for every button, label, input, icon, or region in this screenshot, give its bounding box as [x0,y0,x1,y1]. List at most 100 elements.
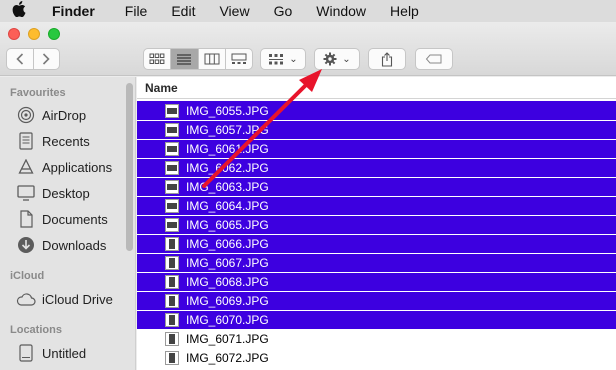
sidebar-scrollbar[interactable] [126,83,133,251]
image-file-icon [165,313,179,327]
sidebar-item-applications[interactable]: Applications [16,157,112,177]
list-view-button[interactable] [170,49,198,69]
image-file-icon [165,161,179,175]
name-column-header[interactable]: Name [137,77,616,99]
close-window-button[interactable] [8,28,20,40]
tags-button[interactable] [415,48,453,70]
file-row[interactable]: IMG_6064.JPG [137,196,616,215]
gear-icon [323,52,337,66]
sidebar-item-label: Recents [42,133,90,149]
applications-icon [16,158,36,176]
sidebar-item-label: Untitled [42,345,87,361]
file-row[interactable]: IMG_6069.JPG [137,291,616,310]
apple-menu-icon[interactable] [0,0,38,22]
menu-app-name[interactable]: Finder [38,3,113,19]
file-name: IMG_6062.JPG [186,161,269,175]
downloads-icon [16,236,36,254]
image-file-icon [165,275,179,289]
sidebar-item-label: Applications [42,159,113,175]
file-name: IMG_6067.JPG [186,256,269,270]
desktop-icon [16,184,36,202]
group-by-button[interactable]: ⌄ [260,48,306,70]
share-button[interactable] [368,48,406,70]
menu-bar: Finder File Edit View Go Window Help [0,0,616,22]
icon-grid-icon [149,53,165,64]
minimize-window-button[interactable] [28,28,40,40]
file-row[interactable]: IMG_6061.JPG [137,139,616,158]
menu-file[interactable]: File [113,3,160,19]
sidebar-item-documents[interactable]: Documents [16,209,108,229]
file-row[interactable]: IMG_6062.JPG [137,158,616,177]
file-name: IMG_6066.JPG [186,237,269,251]
chevron-left-icon [16,53,23,65]
chevron-down-icon: ⌄ [342,53,351,65]
finder-window: ⌄ ⌄ Favourites AirDrop Recents Applicati… [0,22,616,370]
share-icon [381,51,393,67]
sidebar-item-label: Desktop [42,185,90,201]
tag-icon [425,54,442,64]
file-row[interactable]: IMG_6068.JPG [137,272,616,291]
file-row[interactable]: IMG_6066.JPG [137,234,616,253]
view-mode-group [143,48,253,70]
file-name: IMG_6055.JPG [186,103,269,118]
gallery-view-button[interactable] [224,49,252,69]
sidebar-item-icloud-drive[interactable]: iCloud Drive [16,289,113,309]
image-file-icon [165,331,179,346]
sidebar: Favourites AirDrop Recents Applications … [0,77,136,370]
disk-icon [16,344,36,362]
documents-icon [16,210,36,228]
image-file-icon [165,350,179,365]
chevron-right-icon [43,53,50,65]
sidebar-header-favourites: Favourites [10,87,66,99]
file-row[interactable]: IMG_6057.JPG [137,120,616,139]
menu-go[interactable]: Go [262,3,305,19]
column-view-button[interactable] [197,49,225,69]
file-row[interactable]: IMG_6072.JPG [137,348,616,367]
sidebar-item-label: iCloud Drive [42,291,113,307]
file-name: IMG_6068.JPG [186,275,269,289]
chevron-down-icon: ⌄ [289,53,298,65]
file-list: Name IMG_6055.JPG IMG_6057.JPG IMG_6061.JP… [137,77,616,370]
image-file-icon [165,142,179,156]
list-icon [177,54,192,65]
file-row[interactable]: IMG_6065.JPG [137,215,616,234]
file-row[interactable]: IMG_6063.JPG [137,177,616,196]
image-file-icon [165,180,179,194]
sidebar-item-desktop[interactable]: Desktop [16,183,90,203]
file-name: IMG_6061.JPG [186,142,269,156]
file-name: IMG_6064.JPG [186,199,269,213]
sidebar-item-untitled[interactable]: Untitled [16,343,86,363]
file-row[interactable]: IMG_6067.JPG [137,253,616,272]
image-file-icon [165,199,179,213]
sidebar-item-downloads[interactable]: Downloads [16,235,106,255]
menu-view[interactable]: View [207,3,261,19]
back-button[interactable] [7,49,33,69]
columns-icon [204,53,220,65]
sidebar-item-recents[interactable]: Recents [16,131,90,151]
group-icon [269,54,284,65]
image-file-icon [165,123,179,137]
file-name: IMG_6072.JPG [186,350,269,365]
image-file-icon [165,103,179,118]
file-row[interactable]: IMG_6071.JPG [137,329,616,348]
forward-button[interactable] [32,49,60,69]
menu-help[interactable]: Help [378,3,431,19]
file-row[interactable]: IMG_6055.JPG [137,101,616,120]
file-name: IMG_6063.JPG [186,180,269,194]
column-header-label: Name [145,80,178,95]
action-menu-button[interactable]: ⌄ [314,48,360,70]
menu-window[interactable]: Window [304,3,378,19]
image-file-icon [165,256,179,270]
sidebar-item-airdrop[interactable]: AirDrop [16,105,86,125]
file-row[interactable]: IMG_6070.JPG [137,310,616,329]
cloud-icon [16,290,36,308]
icon-view-button[interactable] [144,49,170,69]
gallery-icon [231,53,247,64]
image-file-icon [165,218,179,232]
sidebar-item-label: Downloads [42,237,107,253]
menu-edit[interactable]: Edit [159,3,207,19]
image-file-icon [165,237,179,251]
back-forward-group [6,48,60,70]
file-name: IMG_6065.JPG [186,218,269,232]
zoom-window-button[interactable] [48,28,60,40]
